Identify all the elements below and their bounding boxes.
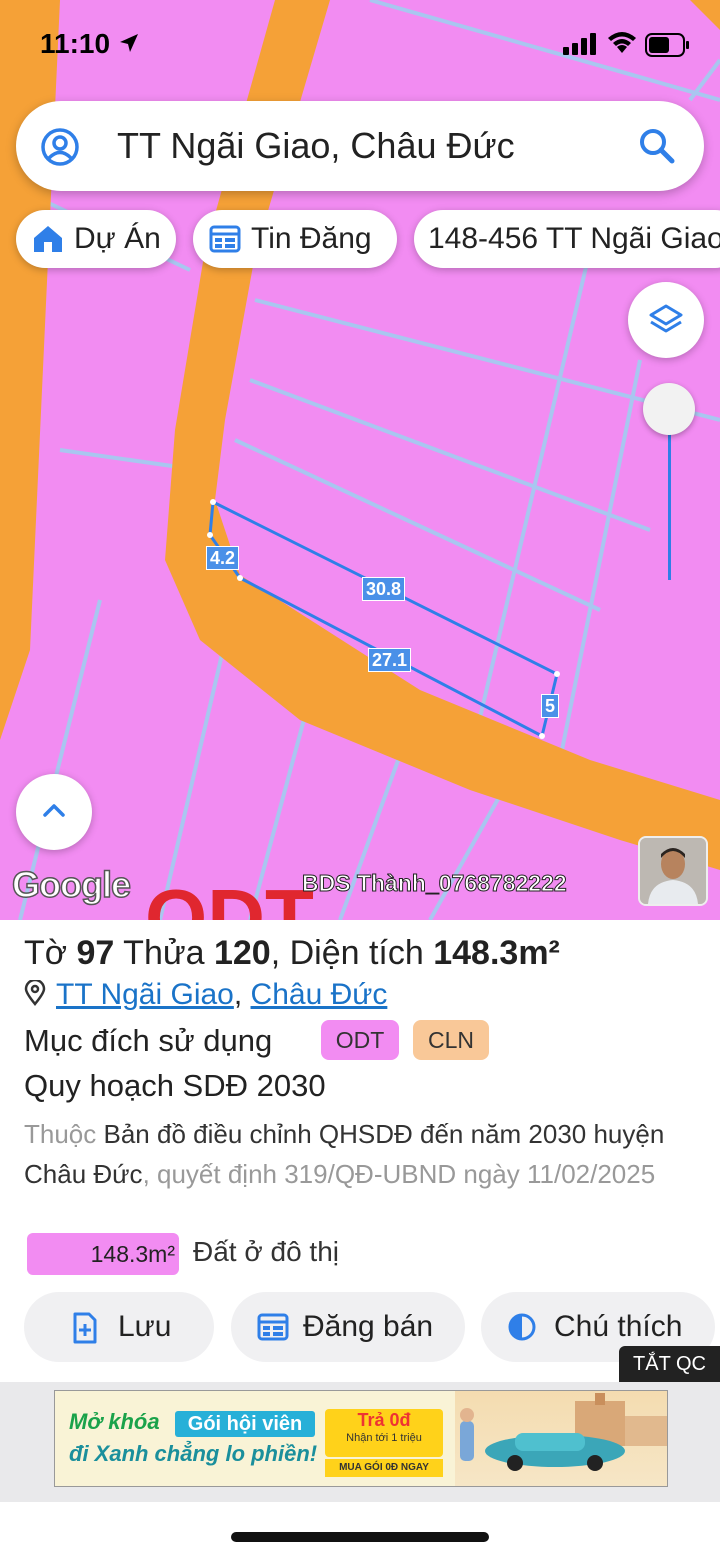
listing-icon	[209, 225, 241, 253]
land-type-label: Đất ở đô thị	[193, 1236, 339, 1267]
chevron-up-icon	[43, 804, 65, 817]
opacity-slider-knob[interactable]	[643, 383, 695, 435]
clock-time: 11:10	[40, 28, 111, 59]
ad-banner[interactable]: Mở khóa Gói hội viên đi Xanh chẳng lo ph…	[54, 1390, 668, 1487]
plan-decision: , quyết định 319/QĐ-UBND ngày 11/02/2025	[142, 1159, 656, 1189]
measurement-label: 30.8	[362, 577, 406, 601]
ad-scene-image	[455, 1391, 667, 1486]
chip-label: 148-456 TT Ngãi Giao	[428, 222, 720, 255]
legend-label: Chú thích	[554, 1310, 683, 1343]
badge-odt: ODT	[321, 1020, 399, 1060]
layers-icon	[649, 304, 683, 333]
post-sale-label: Đăng bán	[303, 1310, 434, 1343]
account-icon[interactable]	[40, 127, 80, 167]
house-icon	[34, 226, 62, 252]
chip-tin-dang[interactable]: Tin Đăng	[193, 210, 397, 268]
svg-text:ODT: ODT	[145, 873, 314, 920]
home-indicator[interactable]	[231, 1532, 489, 1542]
save-doc-icon	[73, 1312, 97, 1344]
chip-parcel-address[interactable]: 148-456 TT Ngãi Giao	[414, 210, 720, 268]
district-link[interactable]: Châu Đức	[251, 978, 388, 1011]
save-button[interactable]: Lưu	[24, 1292, 214, 1362]
ad-headline: Mở khóa	[69, 1409, 160, 1434]
person-photo-icon	[640, 838, 706, 904]
location-arrow-icon	[120, 34, 138, 52]
ad-offer-price: Trả 0đ	[357, 1410, 411, 1430]
chip-label: Tin Đăng	[251, 222, 372, 255]
avatar[interactable]	[638, 836, 708, 906]
legend-icon	[508, 1313, 536, 1341]
badge-cln: CLN	[413, 1020, 489, 1060]
watermark-text: BDS Thành_0768782222	[302, 870, 568, 897]
post-sale-icon	[257, 1313, 289, 1341]
close-ad-button[interactable]: TẮT QC	[619, 1346, 720, 1382]
ad-cta-button[interactable]: MUA GÓI 0Đ NGAY	[325, 1459, 443, 1477]
ad-tagline: đi Xanh chẳng lo phiền!	[69, 1441, 318, 1466]
land-use-label: Mục đích sử dụng	[24, 1023, 273, 1058]
search-icon[interactable]	[638, 127, 676, 165]
battery-icon	[645, 33, 689, 57]
plan-description: Thuộc Bản đồ điều chỉnh QHSDĐ đến năm 20…	[24, 1114, 704, 1194]
search-input[interactable]: TT Ngãi Giao, Châu Đức	[117, 125, 515, 167]
sheet-label: Tờ	[24, 934, 77, 972]
location-separator: ,	[233, 978, 251, 1011]
chip-du-an[interactable]: Dự Án	[16, 210, 176, 268]
wifi-icon	[608, 32, 636, 53]
ad-highlight: Gói hội viên	[175, 1411, 315, 1437]
parcel-label: Thửa	[114, 934, 214, 972]
post-sale-button[interactable]: Đăng bán	[231, 1292, 465, 1362]
search-bar[interactable]: TT Ngãi Giao, Châu Đức	[16, 101, 704, 191]
status-bar: 11:10	[0, 0, 720, 90]
google-logo: Google	[11, 863, 132, 906]
area-value: 148.3m²	[433, 934, 560, 972]
chip-label: Dự Án	[74, 222, 161, 255]
measurement-label: 27.1	[368, 648, 412, 672]
ad-offer-box: Trả 0đ Nhận tới 1 triệu	[325, 1409, 443, 1457]
layers-button[interactable]	[628, 282, 704, 358]
map-pin-icon	[24, 978, 46, 1006]
commune-link[interactable]: TT Ngãi Giao	[56, 978, 234, 1011]
save-label: Lưu	[118, 1310, 172, 1343]
expand-up-button[interactable]	[16, 774, 92, 850]
parcel-location: TT Ngãi Giao, Châu Đức	[24, 978, 387, 1012]
plan-title: Quy hoạch SDĐ 2030	[24, 1068, 326, 1103]
opacity-slider-track[interactable]	[668, 410, 671, 580]
parcel-title: Tờ 97 Thửa 120, Diện tích 148.3m²	[24, 934, 560, 973]
car-scene-icon	[460, 1393, 667, 1471]
sheet-number: 97	[76, 934, 115, 972]
area-label: , Diện tích	[270, 934, 434, 972]
area-swatch: 148.3m²	[27, 1233, 179, 1275]
parcel-number: 120	[213, 934, 271, 972]
cellular-signal-icon	[563, 33, 596, 55]
measurement-label: 4.2	[206, 546, 240, 570]
plan-desc-prefix: Thuộc	[24, 1119, 104, 1149]
measurement-label: 5	[541, 694, 560, 718]
ad-offer-note: Nhận tới 1 triệu	[346, 1432, 422, 1444]
